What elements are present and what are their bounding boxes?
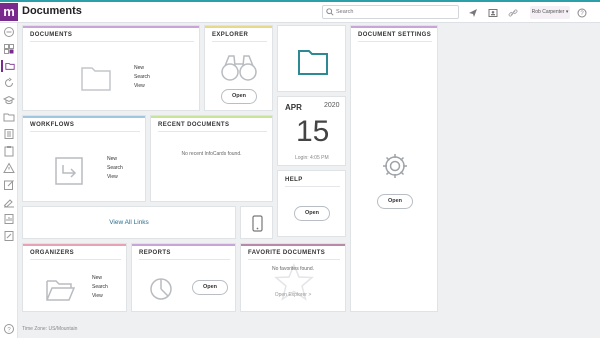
top-bar: m Documents Rob Carpenter ▾ ? — [0, 0, 600, 23]
documents-shortcut-card[interactable] — [277, 25, 346, 92]
binoculars-icon — [221, 55, 257, 81]
view-all-links-card: View All Links — [22, 206, 236, 239]
divider — [139, 259, 230, 260]
divider — [158, 131, 267, 132]
documents-view-link[interactable]: View — [134, 82, 150, 91]
workflows-card: WORKFLOWS New Search View — [22, 115, 146, 202]
sidebar-help-icon[interactable]: ? — [3, 323, 15, 335]
gear-icon — [383, 154, 407, 178]
workflows-new-link[interactable]: New — [107, 155, 123, 164]
reports-card: REPORTS Open — [131, 243, 236, 312]
mobile-card[interactable] — [240, 206, 273, 239]
reports-open-button[interactable]: Open — [192, 280, 228, 295]
documents-links: New Search View — [134, 64, 150, 91]
sidebar-folder-icon[interactable] — [3, 111, 15, 123]
date-month: APR — [285, 103, 302, 112]
recent-documents-card: RECENT DOCUMENTS No recent InfoCards fou… — [150, 115, 273, 202]
open-explorer-link[interactable]: Open Explorer > — [241, 292, 345, 298]
open-folder-icon — [46, 280, 75, 301]
divider — [30, 259, 121, 260]
workflows-view-link[interactable]: View — [107, 173, 123, 182]
favorite-documents-card-title: FAVORITE DOCUMENTS — [248, 250, 326, 256]
favorites-card-stripe — [241, 244, 345, 246]
settings-card-stripe — [351, 26, 437, 28]
user-menu-button[interactable]: Rob Carpenter ▾ — [530, 6, 570, 19]
document-settings-card-title: DOCUMENT SETTINGS — [358, 32, 432, 38]
app-logo[interactable]: m — [0, 3, 18, 21]
login-time: Login: 4:05 PM — [295, 155, 329, 161]
workflows-search-link[interactable]: Search — [107, 164, 123, 173]
workflows-card-stripe — [23, 116, 145, 118]
explorer-card-stripe — [205, 26, 272, 28]
document-settings-card: DOCUMENT SETTINGS Open — [350, 25, 438, 312]
date-card: APR 2020 15 Login: 4:05 PM — [277, 96, 346, 166]
date-year: 2020 — [324, 102, 340, 109]
folder-icon — [81, 67, 111, 91]
svg-text:?: ? — [7, 327, 11, 333]
divider — [30, 131, 140, 132]
recent-empty-message: No recent InfoCards found. — [181, 151, 242, 157]
help-icon[interactable]: ? — [577, 8, 587, 18]
contact-card-icon[interactable] — [488, 8, 498, 18]
reports-card-stripe — [132, 244, 235, 246]
documents-card-title: DOCUMENTS — [30, 32, 73, 38]
search-input[interactable] — [336, 7, 456, 17]
divider — [30, 41, 194, 42]
sidebar-checklist-icon[interactable] — [3, 128, 15, 140]
timezone-footer: Time Zone: US/Mountain — [22, 326, 78, 332]
sidebar-warning-icon[interactable] — [3, 162, 15, 174]
search-box[interactable] — [322, 5, 459, 19]
explorer-open-button[interactable]: Open — [221, 89, 257, 104]
help-card: HELP Open — [277, 170, 346, 237]
recent-card-stripe — [151, 116, 272, 118]
sidebar-documents-icon[interactable] — [1, 60, 15, 72]
search-icon — [326, 8, 334, 16]
organizers-card: ORGANIZERS New Search View — [22, 243, 127, 312]
divider — [358, 41, 432, 42]
sidebar-report-icon[interactable] — [3, 213, 15, 225]
date-day: 15 — [296, 115, 330, 148]
arrow-box-icon — [55, 157, 83, 185]
workflows-links: New Search View — [107, 155, 123, 182]
sidebar-dashboard-icon[interactable] — [3, 26, 15, 38]
divider — [212, 41, 267, 42]
organizers-card-stripe — [23, 244, 126, 246]
sidebar-edit-icon[interactable] — [3, 179, 15, 191]
recent-documents-card-title: RECENT DOCUMENTS — [158, 122, 230, 128]
help-open-button[interactable]: Open — [294, 206, 330, 221]
sidebar-refresh-icon[interactable] — [3, 77, 15, 89]
organizers-card-title: ORGANIZERS — [30, 250, 75, 256]
sidebar-notes-icon[interactable] — [3, 230, 15, 242]
sidebar-training-icon[interactable] — [3, 94, 15, 106]
workflows-card-title: WORKFLOWS — [30, 122, 75, 128]
divider — [248, 259, 340, 260]
send-icon[interactable] — [468, 8, 478, 18]
organizers-new-link[interactable]: New — [92, 274, 108, 283]
help-card-title: HELP — [285, 177, 303, 183]
documents-card: DOCUMENTS New Search View — [22, 25, 200, 111]
favorite-documents-card: FAVORITE DOCUMENTS No favorites found. O… — [240, 243, 346, 312]
link-icon[interactable] — [508, 8, 518, 18]
favorites-empty-message: No favorites found. — [272, 266, 314, 272]
reports-card-title: REPORTS — [139, 250, 171, 256]
page-title: Documents — [22, 5, 82, 17]
organizers-search-link[interactable]: Search — [92, 283, 108, 292]
sidebar-grid-icon[interactable] — [3, 43, 15, 55]
sidebar-clipboard-icon[interactable] — [3, 145, 15, 157]
view-all-links[interactable]: View All Links — [23, 219, 235, 226]
explorer-card: EXPLORER Open — [204, 25, 273, 111]
documents-new-link[interactable]: New — [134, 64, 150, 73]
sidebar-signature-icon[interactable] — [3, 196, 15, 208]
mobile-phone-icon — [252, 215, 263, 232]
organizers-view-link[interactable]: View — [92, 292, 108, 301]
documents-search-link[interactable]: Search — [134, 73, 150, 82]
settings-open-button[interactable]: Open — [377, 194, 413, 209]
organizers-links: New Search View — [92, 274, 108, 301]
pie-chart-icon — [150, 278, 172, 300]
sidebar: ? — [0, 23, 18, 338]
documents-card-stripe — [23, 26, 199, 28]
folder-icon — [298, 50, 328, 75]
divider — [285, 186, 340, 187]
explorer-card-title: EXPLORER — [212, 32, 249, 38]
